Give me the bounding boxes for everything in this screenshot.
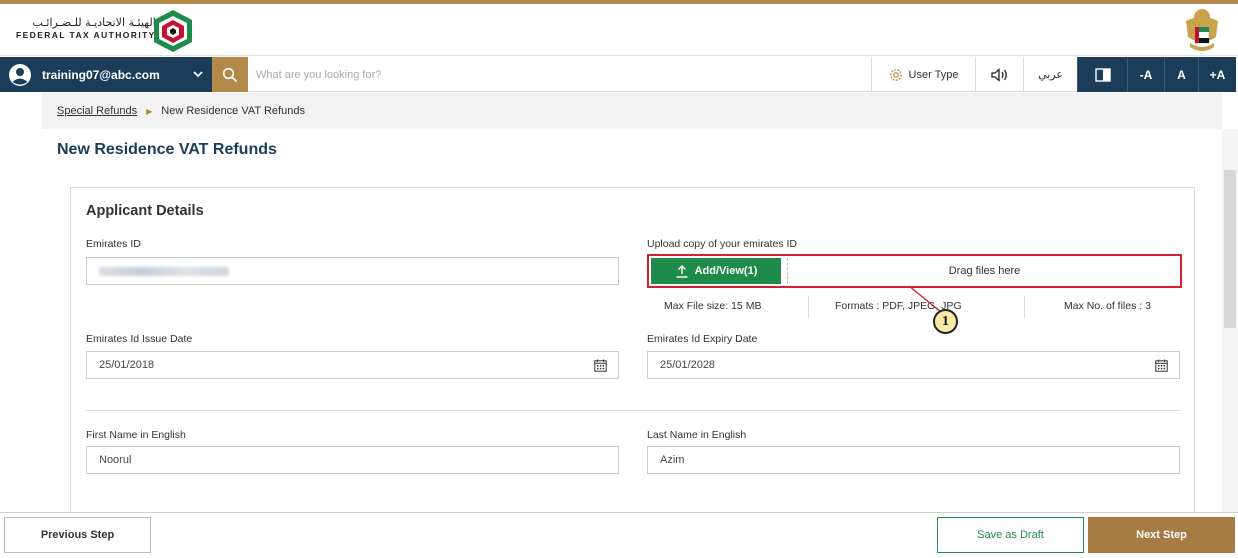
expiry-date-field[interactable]: 25/01/2028 [647, 351, 1180, 379]
uae-emblem-icon [1186, 9, 1218, 51]
user-avatar-icon [9, 63, 31, 86]
contrast-icon [1094, 67, 1111, 82]
user-menu[interactable]: training07@abc.com [0, 57, 212, 92]
info-divider [1024, 296, 1025, 318]
user-type-button[interactable]: User Type [871, 57, 975, 92]
speaker-icon [990, 67, 1007, 82]
user-email: training07@abc.com [42, 67, 160, 82]
font-decrease-button[interactable]: -A [1127, 57, 1164, 92]
next-step-button[interactable]: Next Step [1088, 517, 1235, 553]
emirates-id-label: Emirates ID [86, 238, 141, 250]
first-name-field[interactable]: Noorul [86, 446, 619, 474]
first-name-value: Noorul [99, 454, 132, 466]
language-toggle[interactable]: عربي [1023, 57, 1077, 92]
font-normal-button[interactable]: A [1164, 57, 1198, 92]
previous-step-button[interactable]: Previous Step [4, 517, 151, 553]
emirates-id-field[interactable] [86, 257, 619, 285]
max-files: Max No. of files : 3 [1064, 300, 1151, 312]
drag-files-area[interactable]: Drag files here [789, 256, 1180, 286]
breadcrumb-separator-icon: ▶ [146, 106, 153, 116]
first-name-label: First Name in English [86, 429, 186, 441]
upload-dropzone[interactable]: Add/View(1) Drag files here [647, 254, 1182, 288]
issue-date-label: Emirates Id Issue Date [86, 333, 193, 345]
issue-date-value: 25/01/2018 [99, 359, 155, 371]
breadcrumb-special-refunds[interactable]: Special Refunds [57, 105, 137, 117]
expiry-date-value: 25/01/2028 [660, 359, 716, 371]
last-name-label: Last Name in English [647, 429, 747, 441]
site-header: الهيئـة الاتحاديـة للـضـرائـب FEDERAL TA… [0, 4, 1238, 56]
annotation-marker: 1 [933, 309, 958, 334]
info-divider [808, 296, 809, 318]
calendar-icon[interactable] [594, 359, 607, 372]
upload-icon [676, 265, 688, 278]
expiry-date-label: Emirates Id Expiry Date [647, 333, 758, 345]
page-title: New Residence VAT Refunds [57, 141, 277, 158]
breadcrumb: Special Refunds ▶ New Residence VAT Refu… [42, 93, 1222, 129]
section-title: Applicant Details [86, 203, 204, 219]
last-name-field[interactable]: Azim [647, 446, 1180, 474]
max-file-size: Max File size: 15 MB [664, 300, 762, 312]
user-type-label: User Type [908, 68, 959, 81]
save-draft-button[interactable]: Save as Draft [937, 517, 1084, 553]
top-navbar: training07@abc.com User Type عربي [0, 57, 1238, 92]
search-button[interactable] [212, 57, 248, 92]
add-view-label: Add/View(1) [694, 265, 758, 277]
chevron-down-icon[interactable] [192, 67, 204, 81]
contrast-button[interactable] [1077, 57, 1127, 92]
scrollbar-thumb[interactable] [1224, 170, 1236, 328]
font-increase-button[interactable]: +A [1198, 57, 1236, 92]
search-input[interactable] [256, 63, 856, 87]
sound-button[interactable] [975, 57, 1023, 92]
search-icon [222, 67, 238, 82]
calendar-icon[interactable] [1155, 359, 1168, 372]
last-name-value: Azim [660, 454, 685, 466]
emirates-id-redacted-value [99, 266, 229, 276]
add-view-button[interactable]: Add/View(1) [651, 258, 781, 284]
gear-icon [889, 68, 902, 81]
upload-label: Upload copy of your emirates ID [647, 238, 797, 250]
upload-divider [787, 258, 788, 284]
nav-tools: User Type عربي -A A +A [871, 57, 1236, 92]
issue-date-field[interactable]: 25/01/2018 [86, 351, 619, 379]
fta-english-name: FEDERAL TAX AUTHORITY [16, 30, 156, 40]
section-divider [86, 410, 1180, 411]
breadcrumb-current: New Residence VAT Refunds [161, 105, 305, 117]
fta-arabic-name: الهيئـة الاتحاديـة للـضـرائـب [32, 16, 156, 29]
fta-logo-icon[interactable] [150, 8, 196, 54]
fta-wordmark[interactable]: الهيئـة الاتحاديـة للـضـرائـب FEDERAL TA… [16, 16, 156, 41]
